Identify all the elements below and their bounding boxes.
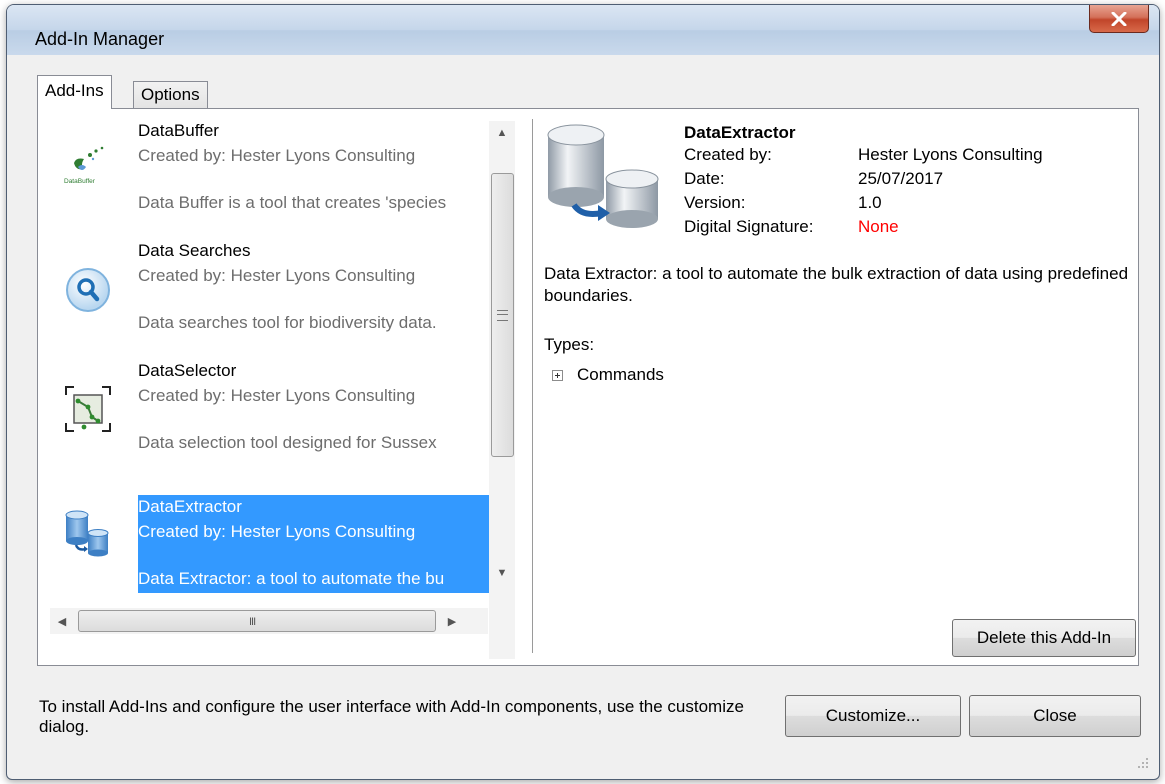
list-item-dataselector[interactable]: DataSelector Created by: Hester Lyons Co… bbox=[48, 353, 500, 473]
add-ins-panel: DataBuffer DataBuffer Created by: Hester… bbox=[37, 108, 1139, 666]
detail-created-by: Hester Lyons Consulting bbox=[858, 145, 1043, 164]
detail-date: 25/07/2017 bbox=[858, 169, 944, 188]
vertical-scroll-thumb[interactable] bbox=[491, 173, 514, 457]
dialog-client: Add-Ins Options DataBuffer DataBuffer Cr… bbox=[15, 55, 1151, 771]
detail-types-label: Types: bbox=[544, 335, 595, 354]
list-item-databuffer[interactable]: DataBuffer DataBuffer Created by: Hester… bbox=[48, 113, 500, 233]
scroll-down-arrow-icon[interactable]: ▼ bbox=[489, 561, 515, 585]
magnifier-icon bbox=[62, 263, 114, 315]
list-item-author: Created by: Hester Lyons Consulting bbox=[138, 522, 416, 541]
add-in-list: DataBuffer DataBuffer Created by: Hester… bbox=[38, 109, 533, 665]
horizontal-scroll-thumb[interactable]: III bbox=[78, 610, 436, 632]
tree-item-label: Commands bbox=[577, 365, 664, 384]
list-item-dataextractor[interactable]: DataExtractor Created by: Hester Lyons C… bbox=[48, 495, 500, 615]
grip-icon: III bbox=[249, 616, 256, 628]
database-transfer-icon bbox=[544, 121, 664, 231]
detail-signature: None bbox=[858, 217, 899, 236]
list-item-description: Data selection tool designed for Sussex bbox=[138, 433, 437, 452]
list-item-name: Data Searches bbox=[138, 241, 251, 260]
scroll-right-arrow-icon[interactable]: ▶ bbox=[440, 608, 464, 634]
list-item-author: Created by: Hester Lyons Consulting bbox=[138, 146, 416, 165]
add-in-details: DataExtractor Created by: Hester Lyons C… bbox=[538, 109, 1138, 665]
resize-grip-icon[interactable] bbox=[1137, 757, 1149, 769]
detail-date-label: Date: bbox=[684, 169, 725, 188]
delete-add-in-button[interactable]: Delete this Add-In bbox=[952, 619, 1136, 657]
list-item-description: Data Extractor: a tool to automate the b… bbox=[138, 569, 445, 588]
detail-version: 1.0 bbox=[858, 193, 882, 212]
database-transfer-icon bbox=[62, 509, 114, 561]
expand-plus-icon[interactable] bbox=[552, 369, 563, 381]
footer-instructions: To install Add-Ins and configure the use… bbox=[39, 697, 744, 736]
detail-name: DataExtractor bbox=[684, 123, 796, 142]
list-item-author: Created by: Hester Lyons Consulting bbox=[138, 386, 416, 405]
list-vertical-scrollbar[interactable]: ▲ ▼ bbox=[489, 121, 515, 659]
close-button[interactable]: Close bbox=[969, 695, 1141, 737]
databuffer-caption: DataBuffer bbox=[64, 178, 96, 185]
tab-options[interactable]: Options bbox=[133, 81, 208, 109]
detail-description: Data Extractor: a tool to automate the b… bbox=[544, 264, 1129, 305]
detail-created-by-label: Created by: bbox=[684, 145, 772, 164]
list-item-data-searches[interactable]: Data Searches Created by: Hester Lyons C… bbox=[48, 233, 500, 353]
detail-signature-label: Digital Signature: bbox=[684, 217, 814, 236]
window-close-button[interactable] bbox=[1089, 5, 1149, 33]
tree-item-commands[interactable]: Commands bbox=[552, 365, 664, 385]
customize-button[interactable]: Customize... bbox=[785, 695, 961, 737]
window-title: Add-In Manager bbox=[35, 29, 165, 49]
scroll-left-arrow-icon[interactable]: ◀ bbox=[50, 608, 74, 634]
grip-icon bbox=[497, 310, 508, 321]
databuffer-icon: DataBuffer bbox=[62, 143, 114, 195]
list-horizontal-scrollbar[interactable]: ◀ III ▶ bbox=[50, 608, 488, 634]
list-item-name: DataBuffer bbox=[138, 121, 219, 140]
list-item-name: DataSelector bbox=[138, 361, 237, 380]
close-icon bbox=[1111, 11, 1127, 26]
list-item-description: Data Buffer is a tool that creates 'spec… bbox=[138, 193, 447, 212]
tab-add-ins[interactable]: Add-Ins bbox=[37, 75, 112, 109]
list-item-name: DataExtractor bbox=[138, 497, 242, 516]
list-item-author: Created by: Hester Lyons Consulting bbox=[138, 266, 416, 285]
dataselector-icon bbox=[62, 383, 114, 435]
list-item-description: Data searches tool for biodiversity data… bbox=[138, 313, 437, 332]
scroll-up-arrow-icon[interactable]: ▲ bbox=[489, 121, 515, 145]
panel-splitter[interactable] bbox=[532, 119, 533, 653]
title-bar[interactable]: Add-In Manager bbox=[7, 5, 1159, 55]
add-in-manager-window: Add-In Manager Add-Ins Options DataBuffe… bbox=[6, 4, 1160, 780]
detail-version-label: Version: bbox=[684, 193, 746, 212]
